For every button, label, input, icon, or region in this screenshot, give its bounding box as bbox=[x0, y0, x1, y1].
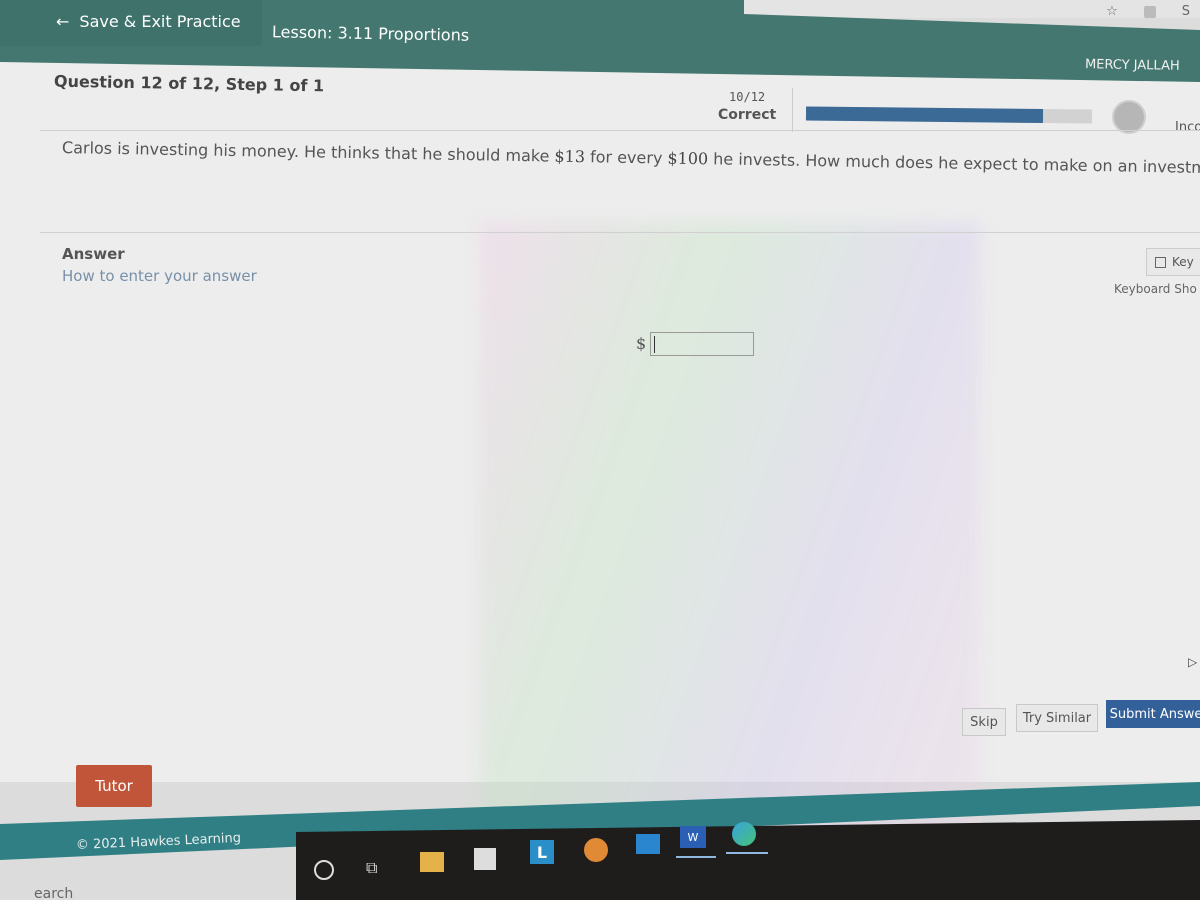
task-view-icon[interactable]: ⧉ bbox=[366, 858, 377, 878]
cortana-icon[interactable] bbox=[314, 860, 334, 880]
l-app-icon[interactable]: L bbox=[530, 840, 554, 864]
keypad-button[interactable]: Key bbox=[1146, 248, 1200, 276]
tutor-button[interactable]: Tutor bbox=[76, 765, 152, 807]
back-arrow-icon: ← bbox=[56, 12, 70, 31]
mail-icon[interactable] bbox=[636, 834, 660, 854]
text-cursor bbox=[654, 336, 655, 353]
question-text-part: for every bbox=[584, 147, 668, 168]
active-app-indicator bbox=[726, 852, 768, 854]
divider bbox=[40, 130, 1200, 131]
submit-answer-button[interactable]: Submit Answe bbox=[1106, 700, 1200, 728]
try-similar-button[interactable]: Try Similar bbox=[1016, 704, 1098, 732]
divider bbox=[40, 232, 1200, 233]
answer-input[interactable] bbox=[650, 332, 754, 356]
answer-label: Answer bbox=[62, 245, 125, 263]
store-icon[interactable] bbox=[474, 848, 496, 870]
keypad-icon bbox=[1155, 256, 1166, 268]
save-exit-button[interactable]: ← Save & Exit Practice bbox=[56, 12, 241, 31]
profile-icon[interactable]: S bbox=[1182, 4, 1190, 19]
star-icon[interactable]: ☆ bbox=[1106, 4, 1118, 19]
mouse-pointer-icon: ▷ bbox=[1188, 655, 1198, 669]
keyboard-shortcuts-link[interactable]: Keyboard Sho bbox=[1114, 282, 1197, 296]
how-to-enter-answer-link[interactable]: How to enter your answer bbox=[62, 267, 257, 285]
progress-bar bbox=[805, 106, 1093, 124]
edge-icon[interactable] bbox=[732, 822, 756, 846]
file-explorer-icon[interactable] bbox=[420, 852, 444, 872]
score-summary: 10/12 Correct bbox=[718, 88, 776, 124]
taskbar-search[interactable]: earch bbox=[34, 886, 73, 900]
incorrect-label: Inco bbox=[1175, 120, 1200, 135]
save-exit-label: Save & Exit Practice bbox=[79, 12, 241, 31]
active-app-indicator bbox=[676, 856, 716, 858]
question-number: $100 bbox=[667, 148, 709, 169]
skip-button[interactable]: Skip bbox=[962, 708, 1006, 736]
lesson-title: Lesson: 3.11 Proportions bbox=[271, 22, 470, 45]
word-icon[interactable]: W bbox=[680, 826, 706, 848]
keypad-label: Key bbox=[1172, 255, 1194, 269]
question-number: $13 bbox=[554, 146, 586, 167]
extension-icon[interactable] bbox=[1143, 5, 1156, 18]
incorrect-avatar-icon bbox=[1112, 100, 1146, 134]
currency-symbol: $ bbox=[636, 334, 647, 353]
score-label: Correct bbox=[718, 107, 777, 123]
score-fraction: 10/12 bbox=[729, 90, 766, 104]
emoji-app-icon[interactable] bbox=[584, 838, 608, 862]
screen-glare bbox=[480, 222, 980, 842]
progress-fill bbox=[805, 106, 1044, 123]
divider bbox=[792, 88, 793, 132]
user-name[interactable]: MERCY JALLAH bbox=[1085, 57, 1180, 74]
